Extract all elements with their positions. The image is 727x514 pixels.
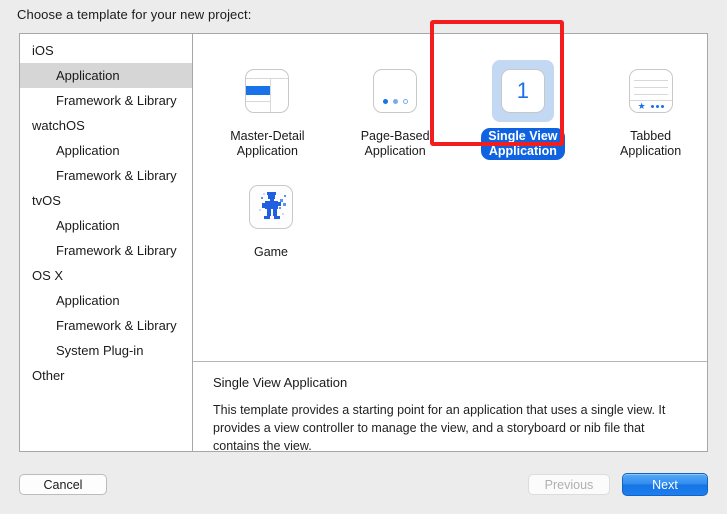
icon-container: 1 — [491, 60, 554, 122]
sidebar-item-label: Other — [32, 368, 65, 383]
icon-container — [236, 60, 298, 122]
template-master-detail-application[interactable]: Master-Detail Application — [211, 60, 324, 176]
page-title: Choose a template for your new project: — [17, 7, 252, 22]
new-project-template-dialog: Choose a template for your new project: … — [0, 0, 727, 514]
sidebar-item-osx[interactable]: OS X — [20, 263, 192, 288]
sidebar-item-label: Framework & Library — [56, 168, 177, 183]
template-label-line1: Tabbed — [630, 129, 672, 143]
sidebar-item-tvos-framework-library[interactable]: Framework & Library — [20, 238, 192, 263]
template-label-line2: Application — [236, 144, 298, 158]
template-label-line2: Application — [488, 144, 557, 158]
sidebar-item-other[interactable]: Other — [20, 363, 192, 388]
template-chooser-panel: iOS Application Framework & Library watc… — [19, 33, 708, 452]
sidebar-item-label: watchOS — [32, 118, 85, 133]
sidebar-item-tvos-application[interactable]: Application — [20, 213, 192, 238]
template-label-line1: Single View — [488, 129, 558, 143]
description-title: Single View Application — [213, 375, 348, 390]
template-label-line2: Application — [364, 144, 426, 158]
sidebar-item-label: System Plug-in — [56, 343, 144, 358]
template-label: Game — [247, 244, 295, 261]
template-label-selected: Single View Application — [481, 128, 565, 160]
description-body: This template provides a starting point … — [213, 403, 666, 452]
sidebar-item-watchos-framework-library[interactable]: Framework & Library — [20, 163, 192, 188]
sidebar-item-label: Framework & Library — [56, 93, 177, 108]
sidebar-item-label: Application — [56, 143, 120, 158]
sidebar-item-watchos[interactable]: watchOS — [20, 113, 192, 138]
icon-container — [364, 60, 426, 122]
template-grid-and-description: Master-Detail Application Page-Based App… — [193, 34, 707, 451]
star-icon: ★ — [637, 101, 646, 111]
sidebar-item-ios-application[interactable]: Application — [20, 63, 192, 88]
page-based-icon — [373, 69, 418, 113]
sidebar-item-osx-framework-library[interactable]: Framework & Library — [20, 313, 192, 338]
single-view-badge: 1 — [516, 78, 529, 103]
template-label-line1: Master-Detail — [230, 129, 305, 143]
platform-sidebar[interactable]: iOS Application Framework & Library watc… — [20, 34, 193, 451]
sidebar-item-label: Framework & Library — [56, 318, 177, 333]
template-description-panel: Single View Application This template pr… — [193, 361, 707, 452]
cancel-button[interactable]: Cancel — [19, 474, 107, 495]
sidebar-item-label: Application — [56, 68, 120, 83]
master-detail-icon — [245, 69, 290, 113]
sidebar-item-ios-framework-library[interactable]: Framework & Library — [20, 88, 192, 113]
next-button[interactable]: Next — [622, 473, 708, 496]
template-page-based-application[interactable]: Page-Based Application — [339, 60, 452, 176]
template-row-2: Game — [193, 176, 707, 292]
template-game[interactable]: Game — [211, 176, 331, 292]
sidebar-item-label: Application — [56, 218, 120, 233]
template-label: Master-Detail Application — [223, 128, 311, 160]
template-label-line1: Game — [253, 245, 289, 259]
template-label-line2: Application — [620, 144, 682, 158]
template-label: Page-Based Application — [354, 128, 437, 160]
previous-button[interactable]: Previous — [528, 474, 610, 495]
tabbed-icon: ★ — [628, 69, 673, 113]
sidebar-item-label: Application — [56, 293, 120, 308]
template-grid: Master-Detail Application Page-Based App… — [193, 34, 707, 361]
sidebar-item-label: OS X — [32, 268, 64, 283]
template-label: Tabbed Application — [613, 128, 688, 160]
sidebar-item-label: iOS — [32, 43, 54, 58]
sidebar-item-tvos[interactable]: tvOS — [20, 188, 192, 213]
sidebar-item-osx-system-plugin[interactable]: System Plug-in — [20, 338, 192, 363]
sidebar-item-label: tvOS — [32, 193, 61, 208]
template-single-view-application[interactable]: 1 Single View Application — [467, 60, 580, 176]
icon-container: ★ — [620, 60, 682, 122]
sidebar-item-ios[interactable]: iOS — [20, 38, 192, 63]
template-tabbed-application[interactable]: ★ Tabbed Application — [594, 60, 707, 176]
icon-container — [240, 176, 302, 238]
template-label-line1: Page-Based — [360, 129, 430, 143]
sidebar-item-watchos-application[interactable]: Application — [20, 138, 192, 163]
game-icon — [249, 185, 293, 229]
sidebar-item-label: Framework & Library — [56, 243, 177, 258]
game-sprite-icon — [259, 192, 286, 219]
sidebar-item-osx-application[interactable]: Application — [20, 288, 192, 313]
template-row-1: Master-Detail Application Page-Based App… — [193, 60, 707, 176]
single-view-icon: 1 — [500, 69, 545, 113]
